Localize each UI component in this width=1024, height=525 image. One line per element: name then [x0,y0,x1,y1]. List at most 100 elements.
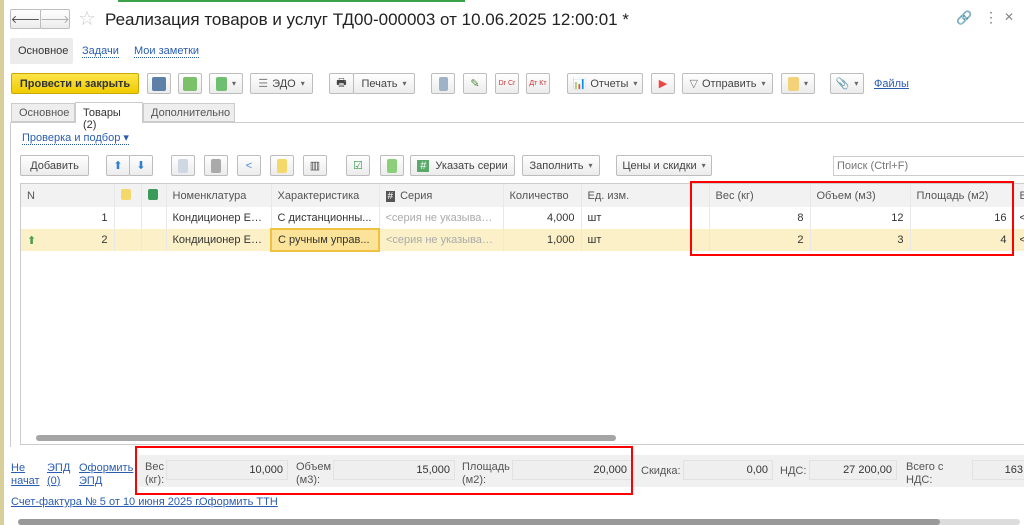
nav-tasks[interactable]: Задачи [82,45,119,58]
forward-button[interactable]: 🡒 [40,9,70,29]
cell-unit[interactable]: шт [581,229,692,251]
panel-border [10,122,11,447]
col-set[interactable] [114,184,142,207]
col-unit[interactable]: Ед. изм. [581,184,692,207]
save-button[interactable] [147,73,171,94]
create-based-on-button[interactable] [209,73,243,94]
barcode-button[interactable]: ▥ [303,155,327,176]
arrow-up-icon: ⬆ [113,160,123,172]
cell-item[interactable]: Кондиционер EL... [166,207,272,229]
search-input[interactable] [833,156,1024,176]
post-button[interactable] [178,73,202,94]
attachments-button[interactable]: 📎 [830,73,864,94]
create-based-icon [215,76,227,91]
col-series[interactable]: # Серия [379,184,504,207]
move-down-button[interactable]: ⬇ [129,155,153,176]
check-and-select-link[interactable]: Проверка и подбор ▾ [22,131,129,145]
col-characteristic[interactable]: Характеристика [271,184,380,207]
favorite-star-icon[interactable]: ☆ [78,6,96,31]
cell-quantity[interactable]: 1,000 [503,229,582,251]
table-horizontal-scrollbar[interactable] [36,435,616,441]
set-icon [277,158,287,173]
send-button[interactable]: ▽ Отправить [682,73,773,94]
edit-history-button[interactable]: ✎ [463,73,487,94]
cell-series[interactable]: <серия не указывает... [379,207,504,229]
print-button[interactable]: Печать [353,73,415,94]
link-icon[interactable]: 🔗 [956,10,972,26]
edo-status-link[interactable]: Не начат [11,462,41,488]
post-icon [183,76,197,91]
fill-button[interactable]: Заполнить [522,155,600,176]
reports-button[interactable]: 📊 Отчеты [567,73,643,94]
journal-button[interactable] [431,73,455,94]
document-status-button[interactable] [781,73,815,94]
dt-kt-button[interactable]: Дт Кт [526,73,550,94]
check-button[interactable]: ☑ [346,155,370,176]
printer-icon: 🖶 [336,77,347,89]
share-button[interactable]: ▶ [651,73,675,94]
pen-icon: ✎ [470,78,480,90]
files-link[interactable]: Файлы [874,78,909,90]
cell-next[interactable]: < [1013,229,1024,251]
col-n[interactable]: N [21,184,115,207]
dr-cr-button[interactable]: Dr Cr [495,73,519,94]
cell-n: 1 [21,207,115,229]
arrow-right-icon: 🡒 [40,14,70,26]
split-button[interactable]: < [237,155,261,176]
cell-unit[interactable]: шт [581,207,692,229]
sets-button[interactable] [270,155,294,176]
check-link-label: Проверка и подбор [22,132,121,144]
col-next[interactable]: В [1013,184,1024,207]
reports-icon: 📊 [572,78,587,90]
post-and-close-button[interactable]: Провести и закрыть [11,73,139,94]
tabs-divider [10,122,1024,123]
col-quantity[interactable]: Количество [503,184,582,207]
cell-series[interactable]: <серия не указывает... [379,229,504,251]
vat-field: 27 200,00 [809,460,897,480]
cell-marking [141,229,167,251]
highlight-box-totals [135,446,633,495]
journal-icon [438,76,448,91]
edo-button[interactable]: ☰ ЭДО [250,73,313,94]
send-label: Отправить [701,77,757,90]
upload-button[interactable] [380,155,404,176]
epd-link[interactable]: ЭПД (0) [47,462,73,488]
tab-goods[interactable]: Товары (2) [75,102,143,131]
window-border [0,0,4,525]
col-item[interactable]: Номенклатура [166,184,272,207]
close-icon[interactable]: ✕ [1004,10,1014,24]
row-upload-icon: ⬆ [27,234,37,247]
copy-button[interactable] [171,155,195,176]
specify-series-button[interactable]: # Указать серии [410,155,515,176]
nav-main[interactable]: Основное [10,38,73,64]
send-icon: ▽ [689,78,698,90]
tab-additional[interactable]: Дополнительно [143,103,235,122]
cell-quantity[interactable]: 4,000 [503,207,582,229]
active-window-indicator [118,0,465,2]
more-menu-icon[interactable]: ⋮ [984,9,998,26]
row-number: 2 [101,233,108,246]
cell-set [114,229,142,251]
tab-main[interactable]: Основное [11,103,75,122]
share-play-icon: ▶ [658,78,668,90]
marking-icon [147,188,158,200]
nav-notes[interactable]: Мои заметки [134,45,200,58]
make-ttn-link[interactable]: Оформить ТТН [199,496,278,508]
page-horizontal-scrollbar[interactable] [18,519,940,525]
cell-characteristic[interactable]: С ручным управ... [270,228,380,252]
cell-item[interactable]: Кондиционер EL... [166,229,272,251]
edo-label: ЭДО [272,77,296,90]
col-marking[interactable] [141,184,167,207]
paste-button[interactable] [204,155,228,176]
make-epd-link[interactable]: Оформить ЭПД [79,462,133,488]
print-icon-button[interactable]: 🖶 [329,73,354,94]
move-up-button[interactable]: ⬆ [106,155,130,176]
total-field: 163 [972,460,1024,480]
add-button[interactable]: Добавить [20,155,89,176]
cell-characteristic[interactable]: С дистанционны... [271,207,380,229]
prices-discounts-button[interactable]: Цены и скидки [616,155,712,176]
invoice-link[interactable]: Счет-фактура № 5 от 10 июня 2025 г. [11,496,201,508]
discount-label: Скидка: [641,465,681,477]
back-button[interactable]: 🡐 [10,9,41,29]
cell-next[interactable]: < [1013,207,1024,229]
